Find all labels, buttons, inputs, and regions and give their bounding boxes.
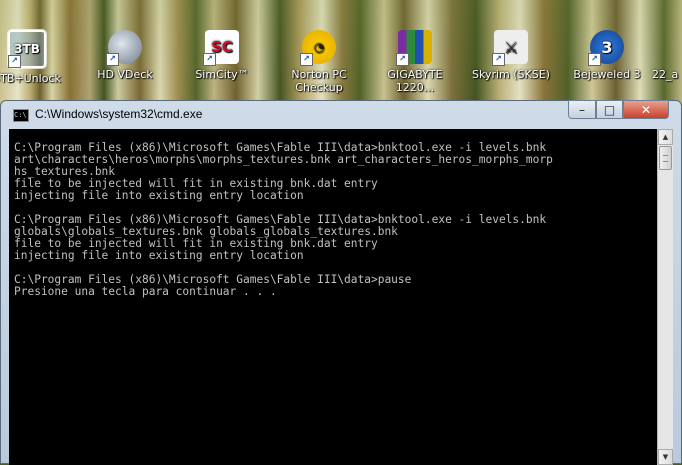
hd-vdeck-icon: ↗ — [106, 30, 142, 66]
scroll-thumb[interactable] — [659, 146, 672, 170]
shortcut-arrow-icon: ↗ — [588, 53, 601, 66]
bejeweled-icon: 3 ↗ — [588, 30, 624, 66]
scroll-up-arrow-icon[interactable]: ▲ — [658, 129, 673, 145]
minimize-button[interactable]: – — [568, 100, 596, 119]
desktop-icon-skyrim[interactable]: ⚔ ↗ Skyrim (SKSE) — [472, 30, 550, 81]
desktop-icon-gigabyte[interactable]: ↗ GIGABYTE 1220... — [376, 30, 454, 94]
console-output-area[interactable]: C:\Program Files (x86)\Microsoft Games\F… — [9, 129, 657, 465]
desktop-icon-label: Skyrim (SKSE) — [472, 68, 550, 81]
title-bar[interactable]: C:\ C:\Windows\system32\cmd.exe – □ ✕ — [1, 100, 681, 129]
desktop-icon-label: Norton PC Checkup — [291, 68, 347, 94]
shortcut-arrow-icon: ↗ — [106, 53, 119, 66]
desktop-icon-label: SimCity™ — [195, 68, 249, 81]
desktop-icon-label: 22_a — [652, 68, 679, 81]
desktop-icon-norton[interactable]: ◔ ↗ Norton PC Checkup — [280, 30, 358, 94]
cmd-window[interactable]: C:\ C:\Windows\system32\cmd.exe – □ ✕ C:… — [0, 100, 682, 465]
desktop-icon-label: 3TB+Unlock — [0, 72, 61, 85]
desktop-icon-label: HD VDeck — [97, 68, 153, 81]
close-button[interactable]: ✕ — [623, 100, 669, 119]
simcity-icon: SC ↗ — [203, 30, 239, 66]
cmd-icon: C:\ — [13, 109, 29, 122]
desktop-icon-label: GIGABYTE 1220... — [387, 68, 443, 94]
vertical-scrollbar[interactable]: ▲ ▼ — [657, 129, 673, 465]
shortcut-arrow-icon: ↗ — [492, 53, 505, 66]
skyrim-icon: ⚔ ↗ — [492, 30, 528, 66]
desktop-icon-bejeweled[interactable]: 3 ↗ Bejeweled 3 — [568, 30, 646, 81]
shortcut-arrow-icon: ↗ — [203, 53, 216, 66]
desktop-icon-3tb-unlock[interactable]: 3TB↗ 3TB+Unlock — [0, 29, 66, 85]
gigabyte-icon: ↗ — [396, 30, 432, 66]
maximize-button[interactable]: □ — [596, 100, 623, 119]
shortcut-arrow-icon: ↗ — [8, 55, 21, 68]
desktop-icon-hd-vdeck[interactable]: ↗ HD VDeck — [86, 30, 164, 81]
shortcut-arrow-icon: ↗ — [396, 53, 409, 66]
3tb-unlock-icon: 3TB ↗ — [7, 29, 47, 69]
norton-icon: ◔ ↗ — [300, 30, 336, 66]
desktop-icon-label: Bejeweled 3 — [573, 68, 641, 81]
desktop-icon-simcity[interactable]: SC ↗ SimCity™ — [183, 30, 261, 81]
shortcut-arrow-icon: ↗ — [300, 53, 313, 66]
console-text: C:\Program Files (x86)\Microsoft Games\F… — [14, 141, 553, 298]
window-title: C:\Windows\system32\cmd.exe — [35, 107, 203, 121]
desktop-icon-file[interactable]: 22_a — [652, 68, 682, 81]
scroll-down-arrow-icon[interactable]: ▼ — [658, 449, 673, 465]
